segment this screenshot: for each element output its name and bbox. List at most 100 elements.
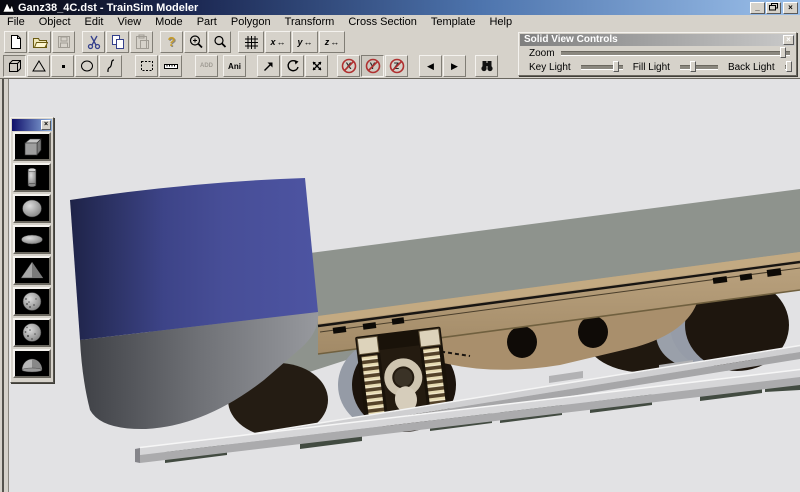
solid-view-controls-close-button[interactable]: × — [783, 35, 794, 45]
circle-tool-button[interactable] — [75, 55, 98, 77]
ellipsoid-shape-icon — [17, 228, 47, 251]
point-tool-button[interactable] — [51, 55, 74, 77]
no-symbol-icon — [341, 58, 357, 74]
cylinder-shape-icon — [17, 166, 47, 189]
clipboard-icon — [134, 34, 150, 50]
window-left-border — [0, 79, 9, 492]
zoom-slider[interactable] — [561, 51, 790, 56]
measure-tool-button[interactable] — [159, 55, 182, 77]
key-light-slider-label: Key Light — [529, 62, 571, 73]
triangle-icon — [31, 58, 47, 74]
save-file-button[interactable] — [52, 31, 75, 53]
open-file-button[interactable] — [28, 31, 51, 53]
palette-close-button[interactable]: × — [41, 120, 51, 130]
rotate-icon — [285, 58, 301, 74]
shape-sphere-button[interactable] — [13, 194, 51, 223]
axis-z-arrow-icon: ↔ — [330, 37, 339, 47]
add-point-button[interactable]: ADD — [195, 55, 218, 77]
find-button[interactable] — [475, 55, 498, 77]
minimize-button[interactable]: _ — [750, 2, 765, 14]
zoom-slider-label: Zoom — [529, 48, 555, 59]
shape-cylinder-button[interactable] — [13, 163, 51, 192]
rotate-tool-button[interactable] — [281, 55, 304, 77]
menu-view[interactable]: View — [111, 15, 149, 29]
shape-textured-sphere2-button[interactable] — [13, 318, 51, 347]
shape-hemisphere-button[interactable] — [13, 349, 51, 378]
prev-arrow-icon: ◀ — [427, 62, 434, 71]
shape-cone-button[interactable] — [13, 256, 51, 285]
axis-z-button[interactable]: z ↔ — [319, 31, 345, 53]
menu-polygon[interactable]: Polygon — [224, 15, 278, 29]
fill-light-slider[interactable] — [680, 65, 718, 70]
new-document-button[interactable] — [4, 31, 27, 53]
menu-help[interactable]: Help — [482, 15, 519, 29]
axis-z-label: z — [325, 37, 330, 47]
menu-template[interactable]: Template — [424, 15, 483, 29]
add-point-label: ADD — [200, 63, 213, 69]
menu-transform[interactable]: Transform — [278, 15, 342, 29]
scale-arrows-icon — [309, 58, 325, 74]
shape-textured-sphere1-button[interactable] — [13, 287, 51, 316]
key-light-slider-thumb[interactable] — [613, 61, 619, 72]
back-light-slider-thumb[interactable] — [786, 61, 792, 72]
animation-button[interactable]: Ani — [223, 55, 246, 77]
lock-x-button[interactable]: X — [337, 55, 360, 77]
paste-button[interactable] — [130, 31, 153, 53]
app-icon — [2, 2, 15, 13]
axis-x-button[interactable]: x ↔ — [265, 31, 291, 53]
scissors-icon — [86, 34, 102, 50]
box-shape-icon — [17, 135, 47, 158]
viewport-3d[interactable] — [9, 79, 800, 492]
restore-button[interactable] — [766, 2, 781, 14]
next-arrow-icon: ▶ — [451, 62, 458, 71]
close-button[interactable]: × — [783, 2, 798, 14]
menu-mode[interactable]: Mode — [148, 15, 190, 29]
fill-light-slider-thumb[interactable] — [690, 61, 696, 72]
grid-snap-button[interactable] — [238, 31, 264, 53]
title-bar[interactable]: Ganz38_4C.dst - TrainSim Modeler _ × — [0, 0, 800, 15]
triangle-tool-button[interactable] — [27, 55, 50, 77]
menu-object[interactable]: Object — [32, 15, 78, 29]
fill-light-slider-label: Fill Light — [633, 62, 670, 73]
zoom-in-button[interactable] — [184, 31, 207, 53]
sphere-shape-icon — [17, 197, 47, 220]
key-light-slider[interactable] — [581, 65, 623, 70]
next-part-button[interactable]: ▶ — [443, 55, 466, 77]
application-window: Ganz38_4C.dst - TrainSim Modeler _ × Fil… — [0, 0, 800, 492]
menu-part[interactable]: Part — [190, 15, 224, 29]
menu-cross-section[interactable]: Cross Section — [341, 15, 423, 29]
spline-tool-button[interactable] — [99, 55, 122, 77]
shape-ellipsoid-button[interactable] — [13, 225, 51, 254]
menu-file[interactable]: File — [0, 15, 32, 29]
zoom-slider-thumb[interactable] — [780, 47, 786, 58]
shape-palette: × — [10, 117, 54, 383]
solid-view-controls-title: Solid View Controls — [524, 34, 618, 45]
magnifier-minus-icon — [212, 34, 228, 50]
cab-blue-panel — [70, 178, 318, 340]
point-icon — [55, 58, 71, 74]
move-arrow-icon — [261, 58, 277, 74]
scale-tool-button[interactable] — [305, 55, 328, 77]
selection-rect-icon — [139, 58, 155, 74]
binoculars-icon — [479, 58, 495, 74]
back-light-slider[interactable] — [785, 65, 790, 70]
move-tool-button[interactable] — [257, 55, 280, 77]
lock-z-button[interactable]: Z — [385, 55, 408, 77]
ruler-icon — [163, 58, 179, 74]
prev-part-button[interactable]: ◀ — [419, 55, 442, 77]
textured-sphere-icon — [17, 321, 47, 344]
solid-view-controls-titlebar[interactable]: Solid View Controls × — [520, 34, 795, 46]
copy-icon — [110, 34, 126, 50]
no-symbol-icon — [389, 58, 405, 74]
copy-button[interactable] — [106, 31, 129, 53]
axis-y-button[interactable]: y ↔ — [292, 31, 318, 53]
select-rect-tool-button[interactable] — [135, 55, 158, 77]
cut-button[interactable] — [82, 31, 105, 53]
zoom-out-button[interactable] — [208, 31, 231, 53]
box-tool-button[interactable] — [3, 55, 26, 77]
menu-edit[interactable]: Edit — [78, 15, 111, 29]
lock-y-button[interactable]: Y — [361, 55, 384, 77]
shape-box-button[interactable] — [13, 132, 51, 161]
help-button[interactable]: ? — [160, 31, 183, 53]
shape-palette-titlebar[interactable]: × — [12, 119, 52, 131]
